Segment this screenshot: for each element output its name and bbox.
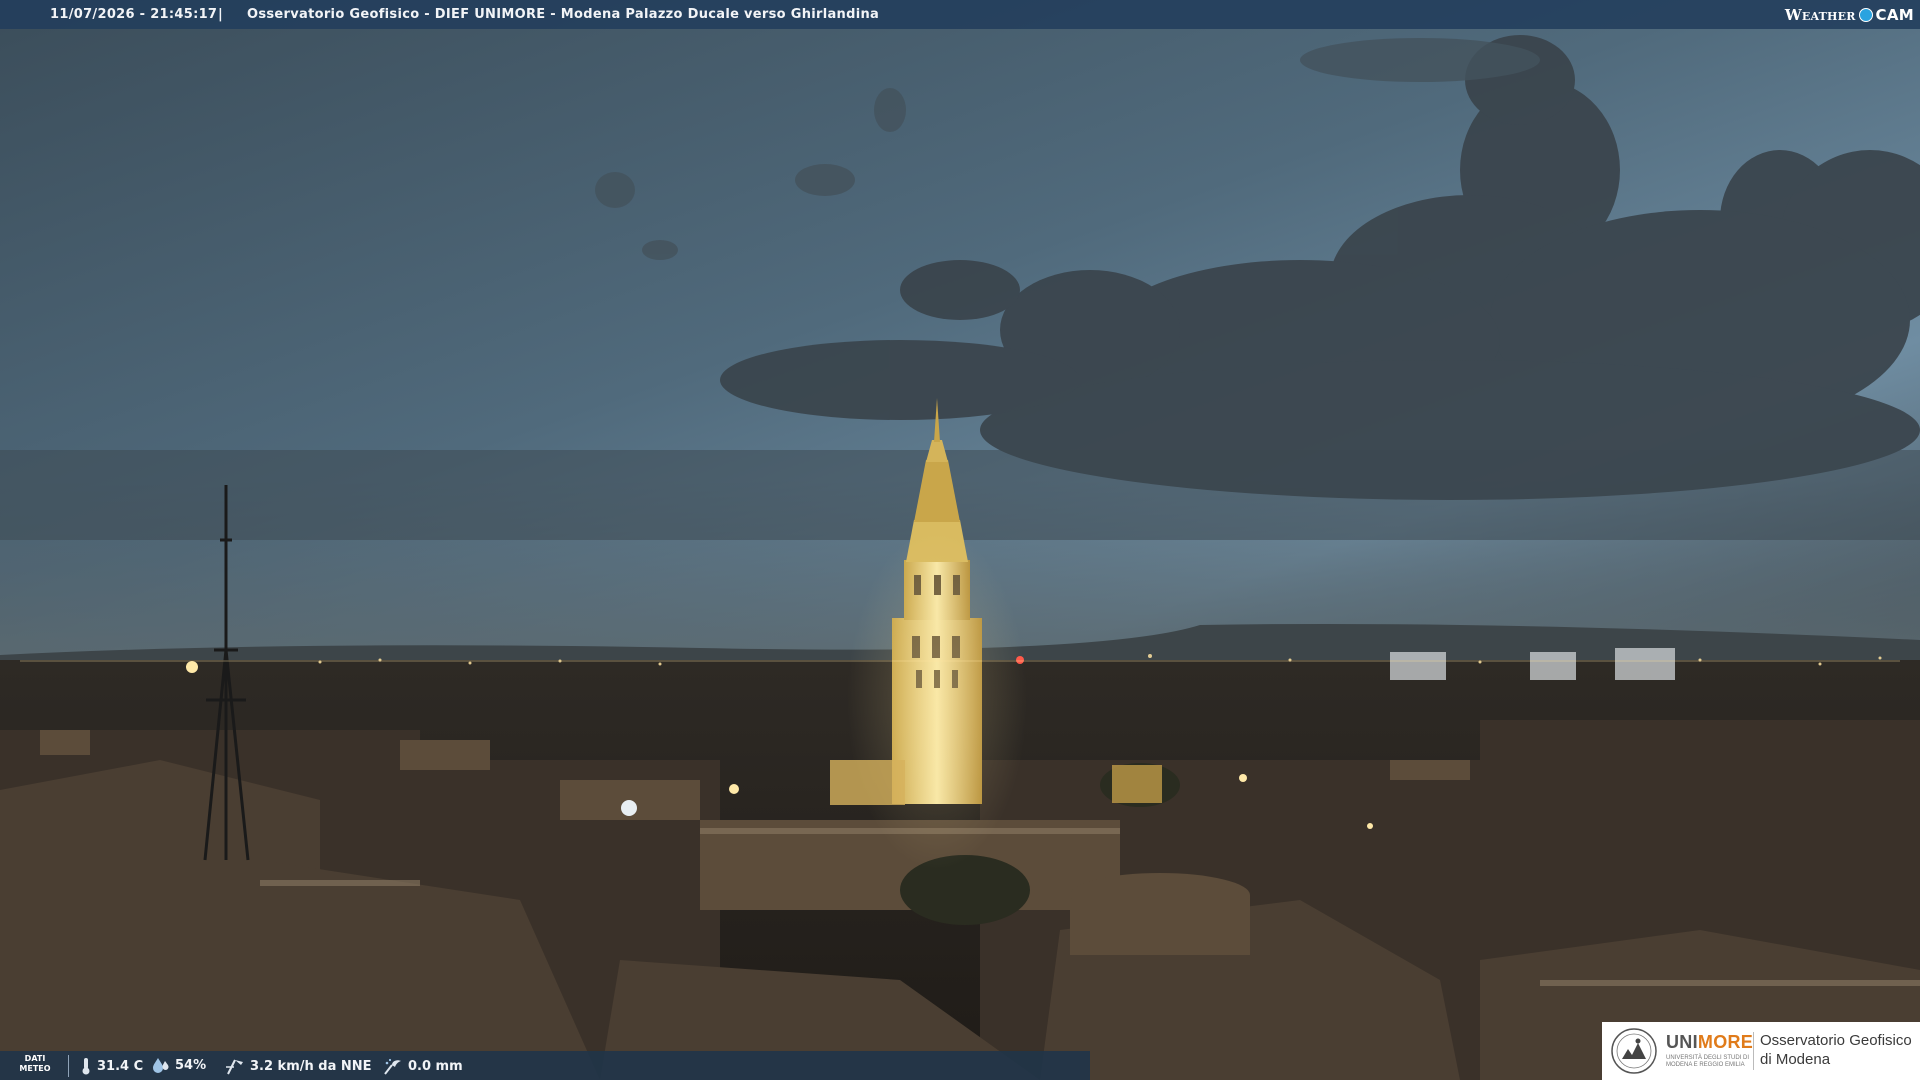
wind-icon xyxy=(226,1059,243,1075)
brand-weather-text: Weather xyxy=(1784,5,1856,24)
observatory-name-line2: di Modena xyxy=(1760,1051,1831,1068)
meteo-divider xyxy=(68,1055,69,1077)
humidity-drop-icon xyxy=(153,1058,169,1073)
wind-value: 3.2 km/h da NNE xyxy=(250,1058,372,1074)
meteo-label: DATI METEO xyxy=(10,1054,60,1074)
temperature-reading: 31.4 C xyxy=(80,1057,143,1075)
rain-reading: 0.0 mm xyxy=(383,1057,463,1075)
logo-divider xyxy=(1753,1032,1754,1070)
unimore-wordmark: UNIMORE xyxy=(1666,1032,1753,1053)
unimore-logo: UNIMORE UNIVERSITÀ DEGLI STUDI DI MODENA… xyxy=(1602,1022,1920,1080)
meteo-bar: DATI METEO 31.4 C 54% 3.2 km/h da NNE 0.… xyxy=(0,1051,1090,1080)
unimore-wordmark-uni: UNI xyxy=(1666,1032,1698,1052)
camera-caption: Osservatorio Geofisico - DIEF UNIMORE - … xyxy=(247,7,880,22)
timestamp: 11/07/2026 - 21:45:17 xyxy=(50,7,218,22)
brand-dot-icon xyxy=(1858,7,1873,22)
temperature-value: 31.4 C xyxy=(97,1058,144,1074)
rain-icon xyxy=(384,1058,401,1075)
unimore-wordmark-more: MORE xyxy=(1697,1032,1754,1052)
meteo-label-line1: DATI xyxy=(24,1054,46,1063)
rain-value: 0.0 mm xyxy=(408,1058,463,1074)
observatory-name-line1: Osservatorio Geofisico xyxy=(1760,1032,1912,1049)
observatory-name: Osservatorio Geofisico di Modena xyxy=(1760,1031,1912,1069)
humidity-reading: 54% xyxy=(152,1057,206,1073)
university-seal-icon xyxy=(1611,1028,1657,1074)
brand-cam-text: CAM xyxy=(1875,5,1914,24)
wind-reading: 3.2 km/h da NNE xyxy=(225,1057,372,1075)
weathercam-logo: Weather CAM xyxy=(1785,4,1914,25)
webcam-photo xyxy=(0,0,1920,1080)
caption-bar: 11/07/2026 - 21:45:17 | Osservatorio Geo… xyxy=(0,0,1920,29)
caption-separator: | xyxy=(218,7,224,22)
meteo-label-line2: METEO xyxy=(19,1064,51,1073)
humidity-value: 54% xyxy=(175,1057,207,1073)
thermometer-icon xyxy=(82,1058,90,1075)
unimore-subtitle: UNIVERSITÀ DEGLI STUDI DI MODENA E REGGI… xyxy=(1666,1055,1750,1068)
